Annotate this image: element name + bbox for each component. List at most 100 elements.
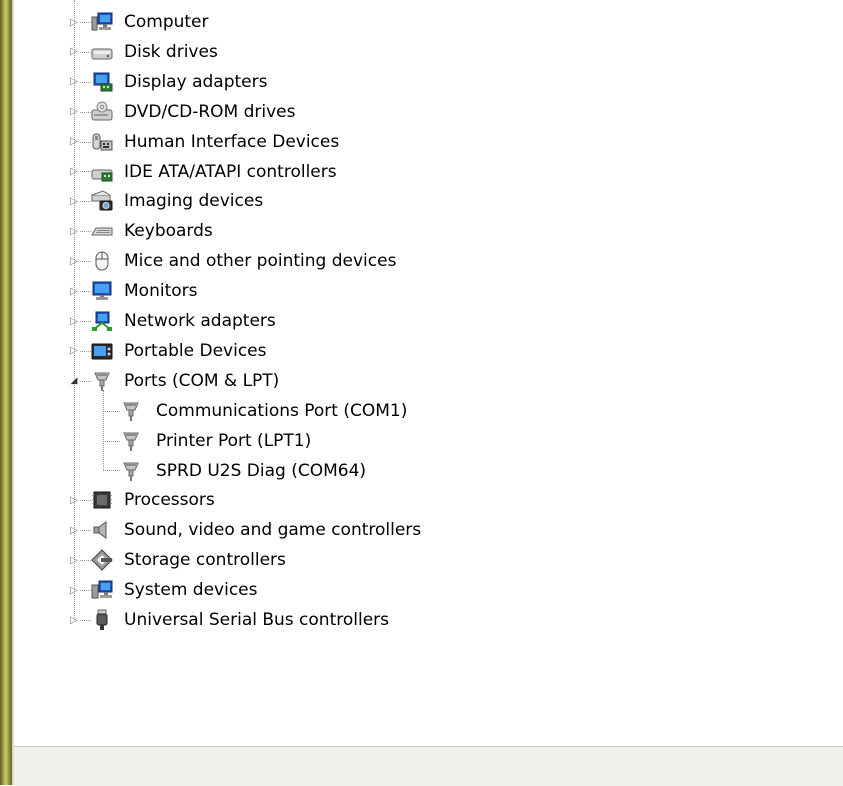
- port-icon: [120, 400, 142, 422]
- tree-branch-line: [80, 530, 91, 532]
- tree-node-mice-and-other-pointing-devices[interactable]: ▷ Mice and other pointing devices: [0, 246, 843, 276]
- expand-arrow-icon[interactable]: ▷: [68, 7, 80, 37]
- tree-node-label: Computer: [124, 12, 209, 32]
- hid-icon: [91, 131, 113, 153]
- tree-node-label: Universal Serial Bus controllers: [124, 610, 390, 630]
- tree-branch-line: [80, 261, 91, 263]
- tree-branch-line: [80, 590, 91, 592]
- tree-node-label: Disk drives: [124, 41, 218, 62]
- expand-arrow-icon[interactable]: ▷: [68, 127, 80, 157]
- expand-arrow-icon[interactable]: ▷: [68, 575, 80, 605]
- expand-arrow-icon[interactable]: ▷: [68, 336, 80, 366]
- tree-node-label: Imaging devices: [124, 191, 264, 212]
- expand-arrow-icon[interactable]: ▷: [68, 97, 80, 127]
- tree-node-printer-port-lpt1[interactable]: Printer Port (LPT1): [0, 426, 843, 456]
- tree-node-display-adapters[interactable]: ▷ Display adapters: [0, 67, 843, 97]
- tree-node-label: IDE ATA/ATAPI controllers: [124, 161, 337, 182]
- tree-node-storage-controllers[interactable]: ▷ Storage controllers: [0, 545, 843, 575]
- network-adapter-icon: [91, 310, 113, 332]
- tree-branch-line: [80, 81, 91, 83]
- expand-arrow-icon[interactable]: ▷: [68, 246, 80, 276]
- tree-node-processors[interactable]: ▷ Processors: [0, 485, 843, 515]
- tree-branch-line: [80, 51, 91, 53]
- status-bar: [14, 746, 843, 786]
- tree-branch-line: [80, 291, 91, 293]
- tree-branch-line: [80, 21, 91, 23]
- dvd-drive-icon: [91, 101, 113, 123]
- tree-branch-line: [80, 320, 91, 322]
- port-icon: [120, 460, 142, 482]
- tree-node-system-devices[interactable]: ▷ System devices: [0, 575, 843, 605]
- tree-node-sound-video-and-game-controllers[interactable]: ▷ Sound, video and game controllers: [0, 515, 843, 545]
- expand-arrow-icon[interactable]: ▷: [68, 545, 80, 575]
- storage-controller-icon: [91, 549, 113, 571]
- tree-node-label: Ports (COM & LPT): [124, 370, 280, 391]
- tree-node-sprd-u2s-diag-com64[interactable]: SPRD U2S Diag (COM64): [0, 456, 843, 486]
- tree-node-dvd-cd-rom-drives[interactable]: ▷ DVD/CD-ROM drives: [0, 97, 843, 127]
- imaging-device-icon: [91, 190, 113, 212]
- tree-node-label: System devices: [124, 580, 258, 601]
- tree-node-network-adapters[interactable]: ▷ Network adapters: [0, 306, 843, 336]
- tree-branch-line: [80, 619, 91, 621]
- processor-icon: [91, 489, 113, 511]
- tree-node-label: Printer Port (LPT1): [156, 430, 312, 451]
- tree-node-label: Storage controllers: [124, 550, 286, 571]
- expand-arrow-icon[interactable]: ▷: [68, 67, 80, 97]
- disk-drive-icon: [91, 41, 113, 63]
- tree-node-label: Keyboards: [124, 221, 213, 242]
- tree-branch-line: [80, 231, 91, 233]
- tree-node-communications-port-com1[interactable]: Communications Port (COM1): [0, 396, 843, 426]
- tree-node-label: Communications Port (COM1): [156, 400, 408, 421]
- tree-branch-line: [80, 350, 91, 352]
- tree-node-disk-drives[interactable]: ▷ Disk drives: [0, 37, 843, 67]
- tree-branch-line: [80, 141, 91, 143]
- tree-branch-line: [80, 171, 91, 173]
- tree-branch-line: [80, 111, 91, 113]
- expand-arrow-icon[interactable]: ▷: [68, 276, 80, 306]
- expand-arrow-icon[interactable]: ▷: [68, 605, 80, 635]
- tree-node-ide-ata-atapi-controllers[interactable]: ▷ IDE ATA/ATAPI controllers: [0, 157, 843, 187]
- tree-branch-line: [80, 500, 91, 502]
- mouse-icon: [91, 250, 113, 272]
- expand-arrow-icon[interactable]: ▷: [68, 186, 80, 216]
- tree-node-label: Network adapters: [124, 311, 276, 331]
- tree-node-monitors[interactable]: ▷ Monitors: [0, 276, 843, 306]
- system-device-icon: [91, 579, 113, 601]
- collapse-arrow-icon[interactable]: ◢: [68, 366, 80, 396]
- expand-arrow-icon[interactable]: ▷: [68, 306, 80, 336]
- port-icon: [91, 370, 113, 392]
- tree-node-label: Portable Devices: [124, 340, 267, 361]
- tree-branch-line: [80, 560, 91, 562]
- tree-node-label: Monitors: [124, 281, 198, 302]
- tree-node-human-interface-devices[interactable]: ▷ Human Interface Devices: [0, 127, 843, 157]
- tree-node-label: Sound, video and game controllers: [124, 520, 422, 541]
- ide-controller-icon: [91, 161, 113, 183]
- expand-arrow-icon[interactable]: ▷: [68, 485, 80, 515]
- display-adapter-icon: [91, 71, 113, 93]
- tree-node-label: Display adapters: [124, 71, 268, 92]
- tree-node-computer[interactable]: ▷ Computer: [0, 7, 843, 37]
- expand-arrow-icon[interactable]: ▷: [68, 515, 80, 545]
- tree-branch-line: [103, 470, 120, 472]
- tree-node-label: Mice and other pointing devices: [124, 251, 397, 272]
- expand-arrow-icon[interactable]: ▷: [68, 37, 80, 67]
- tree-node-label: Human Interface Devices: [124, 131, 340, 152]
- tree-node-universal-serial-bus-controllers[interactable]: ▷ Universal Serial Bus controllers: [0, 605, 843, 635]
- monitor-icon: [91, 280, 113, 302]
- tree-child-connector-line: [103, 389, 104, 471]
- tree-branch-line: [80, 380, 91, 382]
- tree-node-label: DVD/CD-ROM drives: [124, 101, 296, 122]
- expand-arrow-icon[interactable]: ▷: [68, 157, 80, 187]
- expand-arrow-icon[interactable]: ▷: [68, 216, 80, 246]
- tree-node-label: SPRD U2S Diag (COM64): [156, 460, 367, 481]
- port-icon: [120, 430, 142, 452]
- tree-node-imaging-devices[interactable]: ▷ Imaging devices: [0, 186, 843, 216]
- tree-node-ports-com-lpt[interactable]: ◢ Ports (COM & LPT): [0, 366, 843, 396]
- tree-node-portable-devices[interactable]: ▷ Portable Devices: [0, 336, 843, 366]
- device-tree: ▷ Computer ▷ Disk drives ▷ Display adapters ▷ D…: [0, 0, 843, 740]
- computer-icon: [91, 11, 113, 33]
- portable-device-icon: [91, 340, 113, 362]
- tree-branch-line: [103, 410, 120, 412]
- tree-node-keyboards[interactable]: ▷ Keyboards: [0, 216, 843, 246]
- tree-branch-line: [103, 440, 120, 442]
